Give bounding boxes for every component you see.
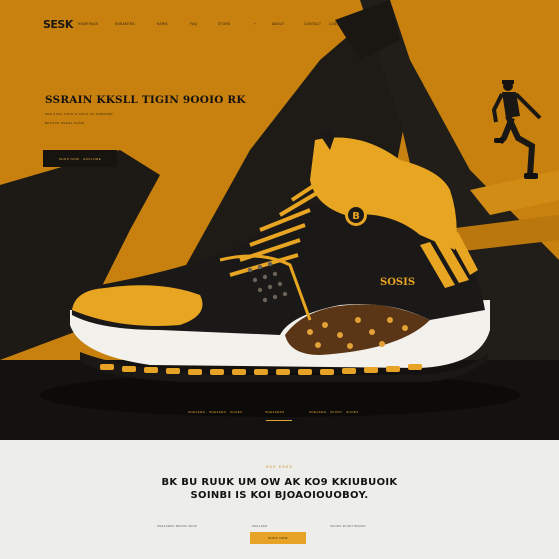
nav-link-4[interactable]: FAQ	[190, 22, 197, 26]
hero-footer-left: SNEAKER · SNEAKER · SHOES	[188, 410, 243, 414]
section-cta-button[interactable]: SHOP NOW	[250, 532, 306, 544]
hero-section: SESK HOMEPAGE SNEAKERS NEWS FAQ STORE + …	[0, 0, 559, 440]
section-eyebrow: SKS KSKS	[266, 465, 293, 469]
brand-logo[interactable]: SESK	[43, 18, 73, 31]
nav-link-8[interactable]: CONTACT	[304, 22, 321, 26]
info-section: SKS KSKS BK BU RUUK UM OW AK KO9 KKIUBUO…	[0, 440, 559, 559]
shoe-side-brand: SOSIS	[380, 277, 415, 288]
section-title-line-2: SOINBI IS KOI BJOAOIOUOBOY.	[190, 490, 369, 501]
nav-link-7[interactable]: ABOUT	[272, 22, 284, 26]
hero-headline: SSRAIN KKSLL TIGIN 9OOIO RK	[45, 94, 246, 106]
sneaker-image: B SOSIS	[70, 130, 490, 382]
nav-link-3[interactable]: NEWS	[157, 22, 168, 26]
nav-link-5[interactable]: STORE	[218, 22, 230, 26]
top-nav: SESK HOMEPAGE SNEAKERS NEWS FAQ STORE + …	[0, 18, 559, 32]
hero-footer-center[interactable]: SNEAKERS	[265, 410, 285, 414]
nav-link-9[interactable]: LOGIN	[329, 22, 340, 26]
nav-link-1[interactable]: HOMEPAGE	[78, 22, 99, 26]
nav-link-6[interactable]: +	[254, 22, 256, 26]
hero-footer-right: SNEAKER · SPORT · SHOES	[309, 410, 359, 414]
section-caption-center: SNEAKER	[252, 524, 268, 528]
section-caption-right: SHOES SPORT BRAND	[330, 524, 366, 528]
shoe-badge-letter: B	[352, 211, 360, 222]
hero-footer-underline	[266, 420, 292, 421]
section-caption-left: SNEAKERS BRAND SHOP	[157, 524, 198, 528]
nav-link-2[interactable]: SNEAKERS	[115, 22, 135, 26]
section-title-line-1: BK BU RUUK UM OW AK KO9 KKIUBUOIK	[161, 477, 398, 488]
hero-subline: SKE KKSL TIGIN S SKKS OK SNEAKER	[45, 112, 113, 116]
